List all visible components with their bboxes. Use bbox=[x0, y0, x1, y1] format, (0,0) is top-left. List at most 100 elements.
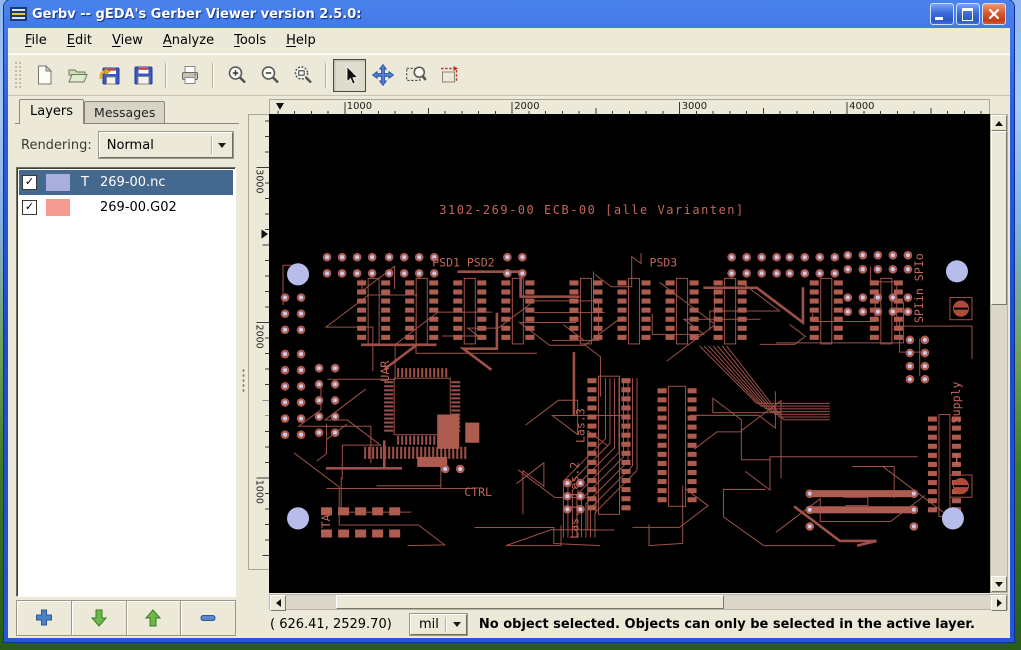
floppy-reload-icon bbox=[98, 67, 119, 85]
menu-edit[interactable]: Edit bbox=[58, 30, 101, 51]
triangle-left-icon bbox=[275, 599, 281, 607]
svg-text:1000: 1000 bbox=[347, 101, 372, 112]
scrollbar-corner bbox=[248, 593, 269, 610]
pan-tool-button[interactable] bbox=[366, 59, 399, 92]
chevron-down-icon bbox=[452, 621, 461, 627]
svg-text:4000: 4000 bbox=[849, 101, 874, 112]
splitter-grip-icon bbox=[242, 368, 245, 394]
layer-type-badge: T bbox=[81, 175, 89, 190]
work-area: Layers Messages Rendering: Normal ✓ T 26… bbox=[8, 96, 1010, 638]
new-file-button[interactable] bbox=[27, 59, 60, 92]
triangle-down-icon bbox=[995, 581, 1003, 587]
vertical-scrollbar[interactable] bbox=[990, 114, 1008, 593]
render-canvas[interactable]: 3102-269-00 ECB-00 [alle Varianten] PSD1 … bbox=[269, 114, 990, 593]
combo-divider bbox=[444, 616, 447, 632]
viewer-area: 1000 2000 3000 4000 3000 2000 1000 3102-269-0… bbox=[248, 96, 1010, 638]
printer-icon bbox=[181, 66, 198, 84]
close-icon bbox=[988, 8, 1000, 20]
cursor-coordinates: ( 626.41, 2529.70) bbox=[270, 616, 392, 632]
layer-row-269-00-nc[interactable]: ✓ T 269-00.nc bbox=[19, 170, 233, 195]
horizontal-scroll-track[interactable] bbox=[286, 595, 991, 609]
svg-text:JTAG: JTAG bbox=[319, 507, 333, 535]
horizontal-ruler: 1000 2000 3000 4000 bbox=[269, 99, 990, 115]
svg-text:2000: 2000 bbox=[254, 325, 265, 349]
svg-text:3000: 3000 bbox=[254, 169, 265, 193]
toolbar-separator bbox=[165, 62, 167, 88]
panel-tabs: Layers Messages bbox=[15, 98, 239, 124]
svg-text:PSD1 PSD2: PSD1 PSD2 bbox=[432, 255, 494, 269]
minimize-button[interactable] bbox=[930, 3, 954, 25]
chevron-down-icon bbox=[218, 142, 226, 148]
arrow-down-icon bbox=[90, 609, 107, 627]
vertical-scroll-thumb[interactable] bbox=[991, 131, 1007, 305]
move-layer-down-button[interactable] bbox=[72, 601, 127, 635]
svg-text:1: 1 bbox=[952, 453, 960, 469]
add-layer-button[interactable] bbox=[17, 601, 72, 635]
new-document-icon bbox=[37, 64, 52, 85]
zoom-out-button[interactable] bbox=[253, 59, 286, 92]
measure-tool-button[interactable] bbox=[432, 59, 465, 92]
rendering-label: Rendering: bbox=[21, 137, 92, 153]
vertical-scroll-track[interactable] bbox=[991, 131, 1007, 576]
maximize-icon bbox=[962, 8, 973, 21]
rendering-combobox[interactable]: Normal bbox=[98, 132, 233, 158]
layer-color-swatch[interactable] bbox=[46, 174, 70, 191]
menu-view[interactable]: View bbox=[103, 30, 152, 51]
ruler-corner-right bbox=[990, 99, 1008, 114]
horizontal-scrollbar[interactable] bbox=[269, 594, 1008, 611]
title-bar[interactable]: Gerbv -- gEDA's Gerber Viewer version 2.… bbox=[8, 0, 1010, 28]
layer-color-swatch[interactable] bbox=[46, 199, 70, 216]
floppy-save-icon bbox=[134, 66, 152, 85]
menu-tools[interactable]: Tools bbox=[225, 30, 275, 51]
svg-text:3102-269-00 ECB-00 [alle Vari: 3102-269-00 ECB-00 [alle Varianten] bbox=[439, 203, 745, 217]
panel-splitter[interactable] bbox=[239, 96, 248, 638]
rendering-row: Rendering: Normal bbox=[15, 124, 239, 164]
zoom-region-tool-button[interactable] bbox=[399, 59, 432, 92]
pointer-tool-button[interactable] bbox=[333, 58, 366, 92]
units-combobox[interactable]: mil bbox=[410, 613, 467, 635]
gerbv-window: Gerbv -- gEDA's Gerber Viewer version 2.… bbox=[4, 0, 1014, 642]
status-message: No object selected. Objects can only be … bbox=[478, 616, 975, 632]
zoom-fit-button[interactable] bbox=[286, 59, 319, 92]
move-layer-up-button[interactable] bbox=[127, 601, 182, 635]
scroll-down-button[interactable] bbox=[991, 576, 1007, 592]
reload-layer-button[interactable] bbox=[93, 59, 126, 92]
remove-layer-button[interactable] bbox=[181, 601, 235, 635]
ruler-corner bbox=[248, 99, 269, 114]
layer-buttons bbox=[16, 600, 236, 636]
scroll-right-button[interactable] bbox=[991, 595, 1007, 611]
open-file-button[interactable] bbox=[60, 59, 93, 92]
layer-visibility-checkbox[interactable]: ✓ bbox=[22, 200, 37, 215]
maximize-button[interactable] bbox=[956, 3, 980, 25]
scroll-left-button[interactable] bbox=[270, 595, 286, 611]
toolbar-handle[interactable] bbox=[14, 61, 21, 89]
menu-file[interactable]: File bbox=[16, 30, 56, 51]
plus-icon bbox=[35, 609, 52, 626]
svg-text:2000: 2000 bbox=[514, 101, 539, 112]
tab-layers[interactable]: Layers bbox=[19, 99, 85, 124]
menu-help[interactable]: Help bbox=[277, 30, 325, 51]
zoom-fit-icon bbox=[294, 66, 312, 84]
pointer-icon bbox=[346, 65, 358, 85]
horizontal-scroll-thumb[interactable] bbox=[336, 595, 724, 609]
zoom-out-icon bbox=[261, 66, 279, 84]
close-button[interactable] bbox=[982, 3, 1006, 25]
zoom-in-button[interactable] bbox=[220, 59, 253, 92]
layer-row-269-00-g02[interactable]: ✓ 269-00.G02 bbox=[19, 195, 233, 220]
scroll-up-button[interactable] bbox=[991, 115, 1007, 131]
svg-text:PSD3: PSD3 bbox=[650, 255, 678, 269]
layer-visibility-checkbox[interactable]: ✓ bbox=[22, 175, 37, 190]
arrow-up-icon bbox=[145, 609, 162, 627]
minimize-icon bbox=[935, 17, 943, 20]
left-panel: Layers Messages Rendering: Normal ✓ T 26… bbox=[8, 96, 239, 638]
pcb-drawing: 3102-269-00 ECB-00 [alle Varianten] PSD1 … bbox=[269, 114, 990, 593]
print-button[interactable] bbox=[173, 59, 206, 92]
tab-messages[interactable]: Messages bbox=[84, 101, 166, 123]
svg-text:1000: 1000 bbox=[254, 480, 265, 504]
svg-text:UAR: UAR bbox=[378, 361, 392, 382]
minus-icon bbox=[200, 615, 216, 621]
layer-name: 269-00.nc bbox=[100, 175, 166, 190]
menu-analyze[interactable]: Analyze bbox=[154, 30, 223, 51]
save-button[interactable] bbox=[126, 59, 159, 92]
svg-text:Las.3: Las.3 bbox=[573, 408, 587, 443]
